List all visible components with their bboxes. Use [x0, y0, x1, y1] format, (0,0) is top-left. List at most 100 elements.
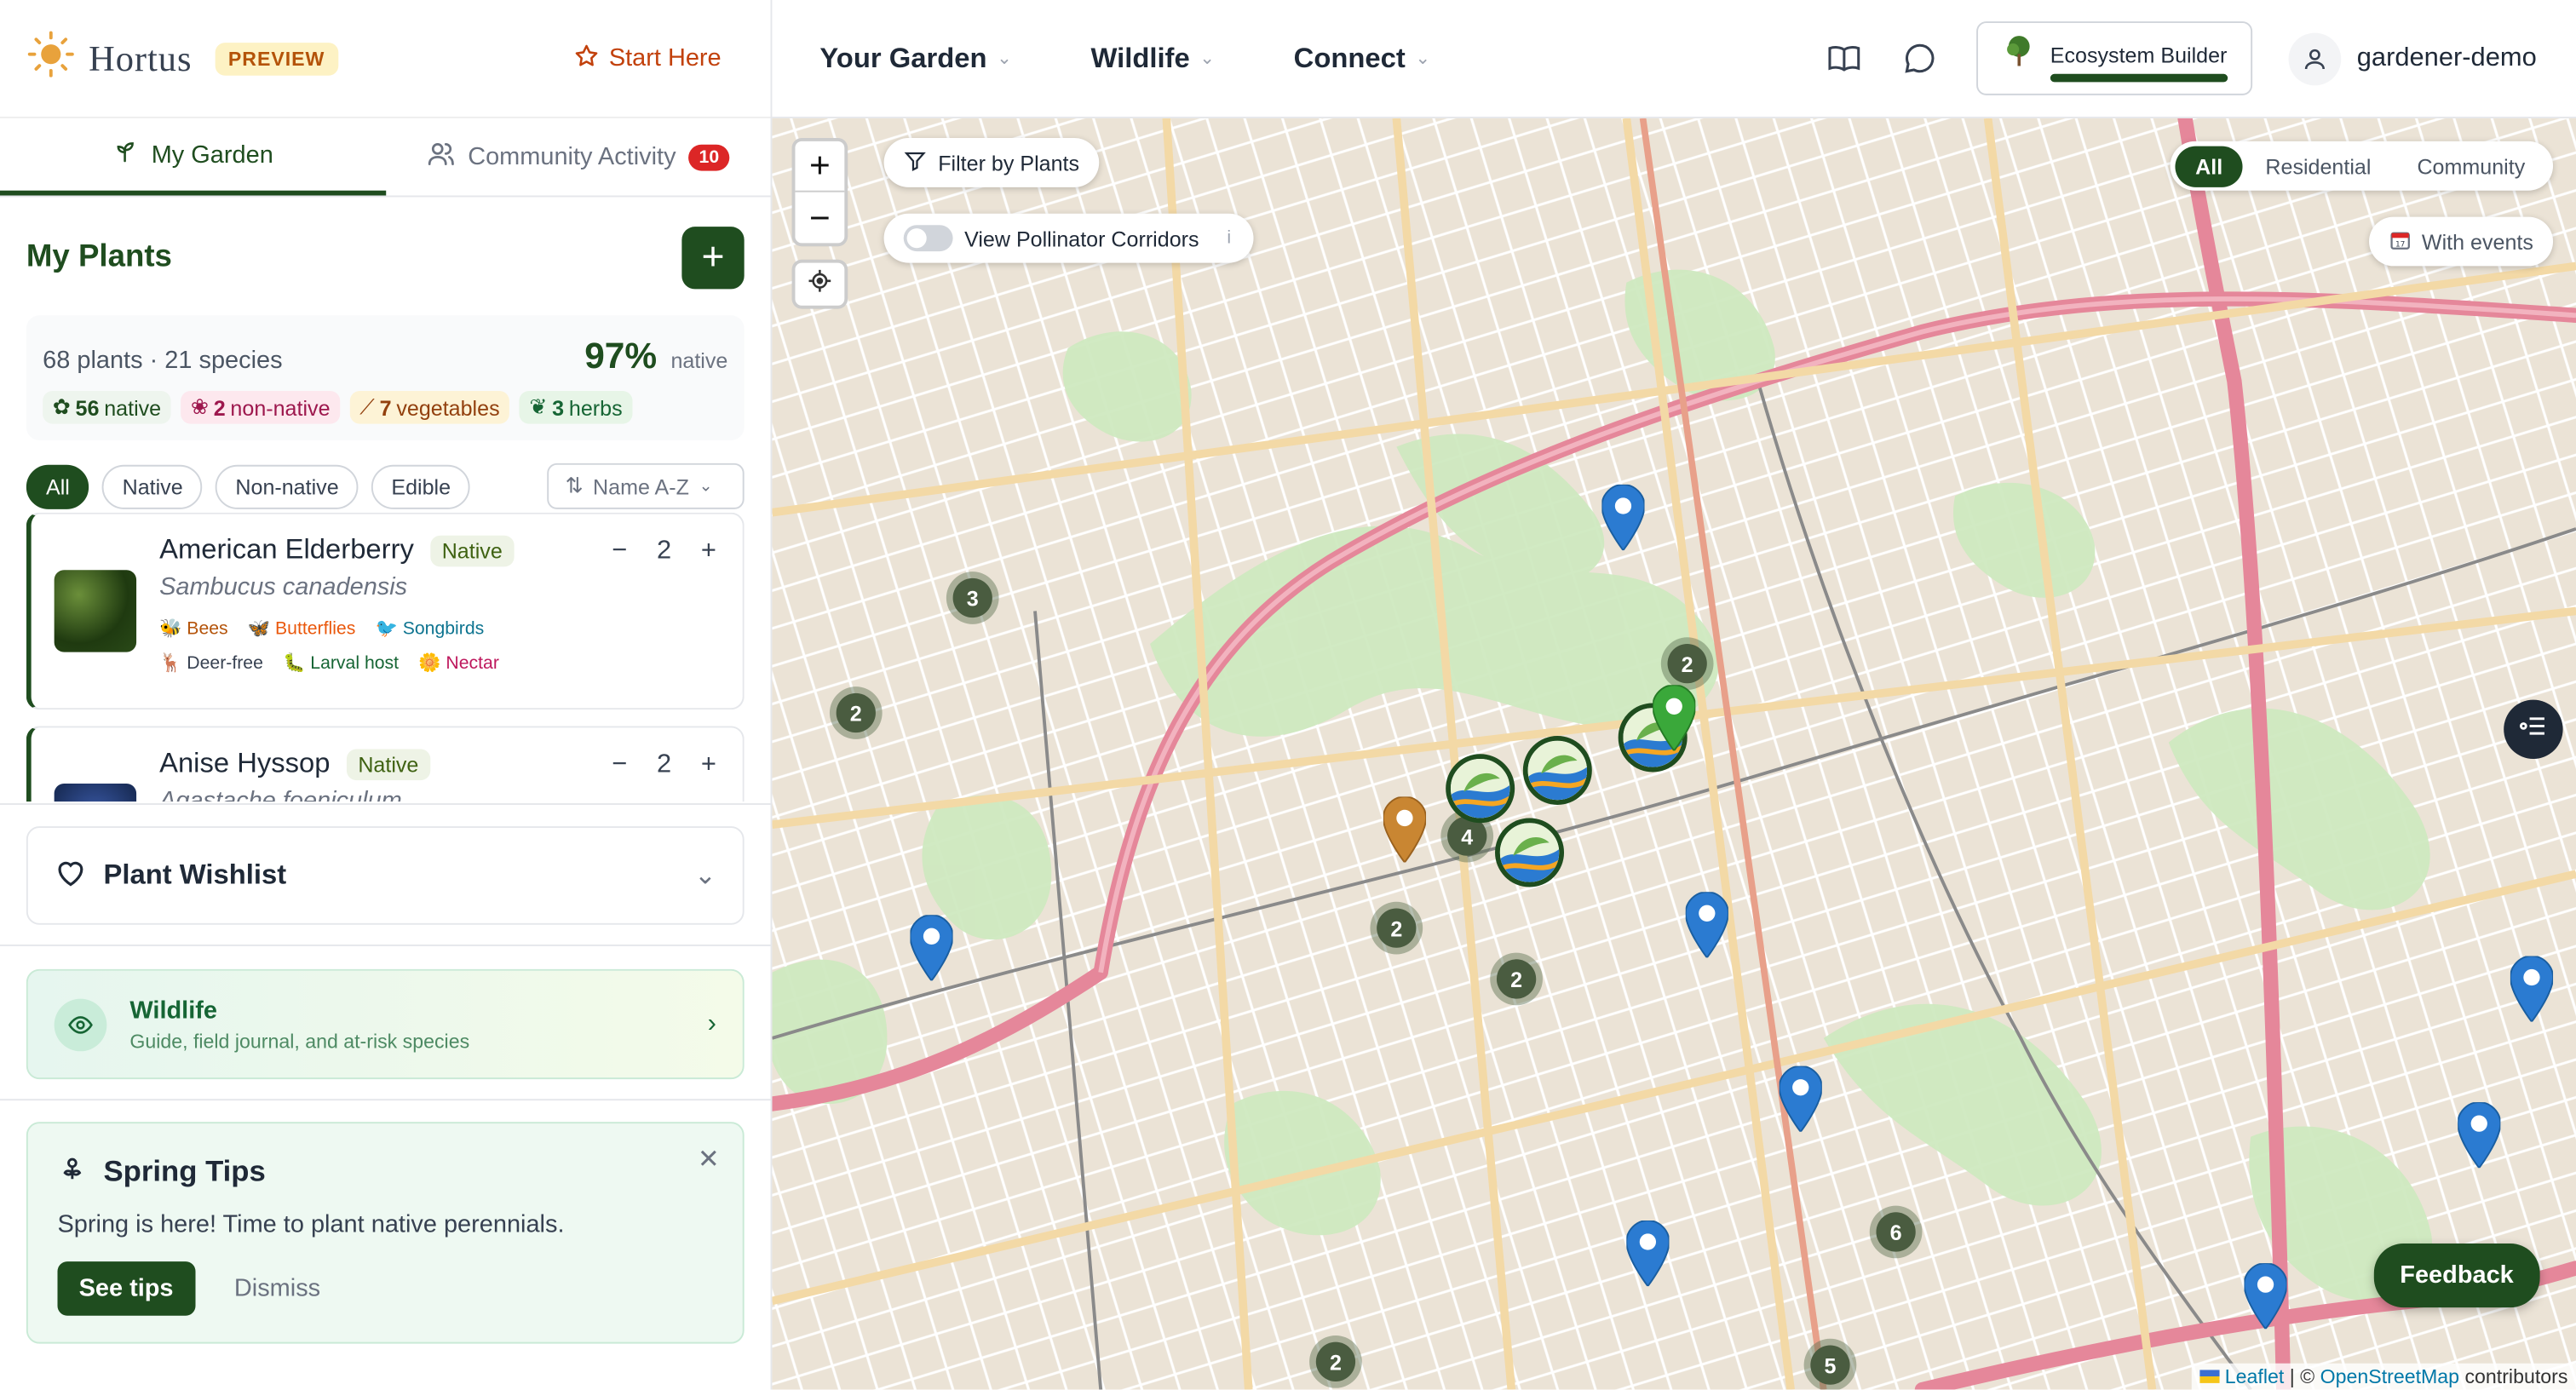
leaflet-link[interactable]: Leaflet: [2225, 1365, 2284, 1388]
nav-wildlife[interactable]: Wildlife ⌄: [1090, 42, 1215, 75]
bird-icon: 🐦: [375, 619, 398, 640]
segment-community[interactable]: Community: [2394, 146, 2548, 187]
increment-button[interactable]: +: [701, 537, 716, 567]
wildlife-card[interactable]: Wildlife Guide, field journal, and at-ri…: [26, 968, 745, 1080]
filter-edible[interactable]: Edible: [371, 463, 471, 508]
flag-icon: [2199, 1370, 2221, 1383]
decrement-button[interactable]: −: [612, 750, 627, 780]
see-tips-button[interactable]: See tips: [57, 1261, 195, 1316]
chevron-down-icon: ⌄: [1199, 49, 1216, 70]
marker-cluster[interactable]: 2: [829, 686, 883, 739]
wishlist-title: Plant Wishlist: [103, 859, 287, 891]
community-garden-marker[interactable]: [1522, 736, 1592, 806]
osm-link[interactable]: OpenStreetMap: [2320, 1365, 2459, 1388]
toggle-switch[interactable]: [903, 225, 953, 252]
garden-pin-marker[interactable]: [1778, 1065, 1823, 1140]
garden-pin-marker[interactable]: [1625, 1219, 1670, 1295]
plant-stats: 68 plants · 21 species 97% native ✿ 56 nat…: [26, 315, 745, 440]
garden-pin-marker[interactable]: [1652, 684, 1697, 759]
with-events-label: With events: [2421, 229, 2533, 254]
ecosystem-builder-label: Ecosystem Builder: [2050, 43, 2228, 68]
quantity-value: 2: [656, 750, 672, 779]
ecosystem-builder-button[interactable]: Ecosystem Builder: [1975, 21, 2252, 95]
filter-all[interactable]: All: [26, 463, 90, 508]
divider: [0, 944, 771, 946]
marker-cluster[interactable]: 2: [1660, 637, 1714, 691]
community-garden-marker[interactable]: [1446, 754, 1515, 824]
filter-by-plants-label: Filter by Plants: [938, 150, 1080, 175]
zoom-in-button[interactable]: +: [795, 141, 845, 192]
garden-pin-marker[interactable]: [1601, 483, 1646, 559]
user-menu[interactable]: gardener-demo: [2287, 32, 2537, 85]
sun-logo-icon: [26, 30, 76, 88]
with-events-toggle[interactable]: 17 With events: [2369, 216, 2554, 267]
close-icon[interactable]: ✕: [698, 1143, 720, 1176]
garden-pin-marker[interactable]: [2243, 1262, 2288, 1337]
svg-text:17: 17: [2395, 239, 2405, 248]
sprout-icon: [112, 138, 138, 171]
my-plants-title: My Plants: [26, 239, 172, 275]
brand[interactable]: Hortus PREVIEW: [26, 30, 338, 88]
plant-name: American Elderberry: [159, 533, 414, 566]
sort-select[interactable]: ⇅ Name A-Z ⌄: [547, 462, 745, 509]
marker-cluster[interactable]: 2: [1490, 952, 1543, 1006]
nectar-flower-icon: 🌼: [418, 653, 441, 674]
garden-type-segmented: All Residential Community: [2171, 141, 2554, 191]
calendar-icon: 17: [2389, 227, 2412, 256]
plant-card[interactable]: Anise Hyssop Native Agastache foeniculum…: [26, 726, 745, 802]
garden-pin-marker[interactable]: [2509, 955, 2555, 1030]
attr-deer-free: 🦌 Deer-free: [159, 652, 263, 674]
funnel-icon: [904, 149, 927, 177]
community-garden-marker[interactable]: [1495, 818, 1565, 887]
tab-community-activity[interactable]: Community Activity 10: [385, 118, 770, 196]
nav-your-garden[interactable]: Your Garden ⌄: [819, 42, 1011, 75]
brand-name: Hortus: [89, 37, 193, 78]
locate-button[interactable]: [791, 259, 848, 309]
tips-title: Spring Tips: [103, 1154, 266, 1188]
plant-wishlist-accordion[interactable]: Plant Wishlist ⌄: [26, 826, 745, 925]
sidebar-header: Hortus PREVIEW Start Here: [0, 0, 771, 118]
segment-residential[interactable]: Residential: [2242, 146, 2394, 187]
dismiss-button[interactable]: Dismiss: [234, 1275, 320, 1303]
map-view[interactable]: + − Filter by Plants View Pollinator Cor…: [772, 118, 2576, 1390]
filter-native[interactable]: Native: [102, 463, 203, 508]
feedback-button[interactable]: Feedback: [2373, 1243, 2540, 1308]
info-icon[interactable]: i: [1227, 228, 1231, 248]
zoom-control: + −: [791, 138, 848, 247]
marker-cluster[interactable]: 2: [1309, 1335, 1362, 1388]
garden-pin-marker[interactable]: [1382, 796, 1427, 870]
chat-icon[interactable]: [1900, 38, 1940, 78]
herb-icon: ❦: [529, 393, 548, 419]
garden-pin-marker[interactable]: [1684, 891, 1729, 966]
garden-pin-marker[interactable]: [2457, 1101, 2502, 1176]
plant-photo: [54, 570, 137, 652]
tree-icon: [2001, 33, 2037, 78]
start-here-link[interactable]: Start Here: [572, 42, 722, 75]
add-plant-button[interactable]: +: [681, 227, 745, 290]
nav-connect[interactable]: Connect ⌄: [1294, 42, 1430, 75]
zoom-out-button[interactable]: −: [795, 192, 844, 244]
scientific-name: Agastache foeniculum: [159, 786, 402, 802]
increment-button[interactable]: +: [701, 750, 716, 780]
plant-card[interactable]: American Elderberry Native Sambucus cana…: [26, 512, 745, 710]
legend-layers-button[interactable]: [2504, 699, 2563, 760]
marker-cluster[interactable]: 2: [1370, 901, 1423, 955]
divider: [0, 803, 771, 806]
attr-nectar: 🌼 Nectar: [418, 652, 499, 674]
filter-by-plants-button[interactable]: Filter by Plants: [883, 138, 1100, 187]
book-icon[interactable]: [1826, 38, 1865, 78]
filter-non-native[interactable]: Non-native: [216, 463, 359, 508]
native-tag: Native: [430, 534, 515, 566]
quantity-value: 2: [656, 537, 672, 566]
marker-cluster[interactable]: 5: [1803, 1338, 1857, 1390]
user-icon: [2287, 32, 2341, 85]
decrement-button[interactable]: −: [612, 537, 627, 567]
tab-my-garden[interactable]: My Garden: [0, 118, 386, 196]
segment-all[interactable]: All: [2176, 145, 2243, 187]
garden-pin-marker[interactable]: [909, 914, 954, 989]
pollinator-corridors-toggle[interactable]: View Pollinator Corridors i: [883, 213, 1255, 263]
marker-cluster[interactable]: 6: [1869, 1205, 1923, 1259]
ecosystem-progress-bar: [2050, 73, 2228, 83]
wildlife-title: Wildlife: [129, 996, 217, 1025]
marker-cluster[interactable]: 3: [946, 572, 999, 624]
